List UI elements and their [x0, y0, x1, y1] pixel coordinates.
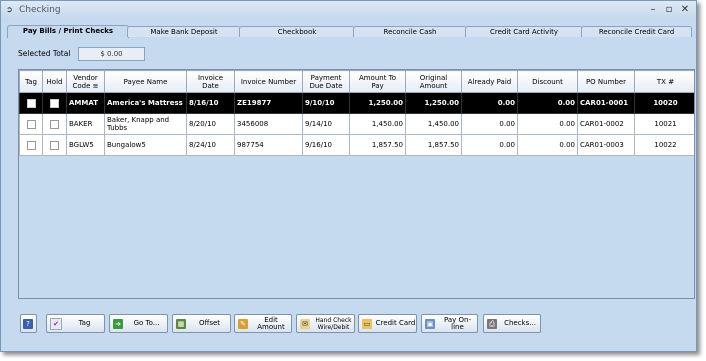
table-row[interactable]: AMMAT America's Mattress 8/16/10 ZE19877…	[19, 92, 694, 114]
selected-total-label: Selected Total	[18, 49, 71, 58]
grid-icon: ▦	[176, 318, 186, 329]
invoice-date-cell: 8/16/10	[186, 92, 235, 114]
discount-cell: 0.00	[517, 134, 578, 156]
col-discount[interactable]: Discount	[517, 70, 578, 93]
printer-icon: ⎙	[487, 318, 497, 329]
pay-online-button[interactable]: ▣ Pay On-line	[421, 314, 478, 333]
offset-button-label: Offset	[198, 319, 221, 327]
tag-checkbox[interactable]	[26, 140, 36, 150]
due-date-cell: 9/10/10	[302, 92, 350, 114]
already-paid-cell: 0.00	[461, 113, 518, 135]
col-invoice-number[interactable]: Invoice Number	[234, 70, 303, 93]
hand-check-button[interactable]: ✉ Hand Check Wire/Debit	[296, 314, 355, 333]
already-paid-cell: 0.00	[461, 134, 518, 156]
edit-amount-button[interactable]: ✎ Edit Amount	[234, 314, 292, 333]
vendor-code-cell: AMMAT	[66, 92, 105, 114]
tag-button[interactable]: ✔ Tag	[46, 314, 105, 333]
offset-button[interactable]: ▦ Offset	[172, 314, 231, 333]
app-icon: ➲	[6, 5, 13, 14]
col-tag[interactable]: Tag	[19, 70, 43, 93]
already-paid-cell: 0.00	[461, 92, 518, 114]
hand-check-button-label: Hand Check Wire/Debit	[315, 316, 352, 331]
arrow-right-icon: ➜	[113, 318, 123, 329]
pencil-icon: ✎	[238, 318, 248, 329]
edit-amount-button-label: Edit Amount	[257, 315, 285, 331]
vendor-code-cell: BGLW5	[66, 134, 105, 156]
grid-header: Tag Hold Vendor Code ≡ Payee Name Invoic…	[19, 70, 694, 93]
credit-card-button[interactable]: ▭ Credit Card	[358, 314, 417, 333]
po-number-cell: CAR01-0002	[577, 113, 635, 135]
pay-online-button-label: Pay On-line	[443, 315, 472, 331]
table-row[interactable]: BGLW5 Bungalow5 8/24/10 987754 9/16/10 1…	[19, 134, 694, 156]
selected-total-value: $ 0.00	[78, 47, 145, 61]
checks-button[interactable]: ⎙ Checks...	[483, 314, 541, 333]
col-hold[interactable]: Hold	[42, 70, 67, 93]
tab-make-bank-deposit[interactable]: Make Bank Deposit	[127, 26, 241, 37]
col-vendor-code[interactable]: Vendor Code ≡	[66, 70, 105, 93]
amount-to-pay-cell: 1,450.00	[349, 113, 406, 135]
go-to-button[interactable]: ➜ Go To...	[109, 314, 168, 333]
help-button[interactable]: ?	[20, 314, 37, 333]
col-payment-due-date[interactable]: Payment Due Date	[302, 70, 350, 93]
tag-checkbox[interactable]	[26, 119, 36, 129]
po-number-cell: CAR01-0003	[577, 134, 635, 156]
tab-strip: Pay Bills / Print Checks Make Bank Depos…	[7, 25, 692, 38]
original-amount-cell: 1,250.00	[405, 92, 462, 114]
tab-credit-card-activity[interactable]: Credit Card Activity	[465, 26, 583, 37]
title-bar: ➲ Checking – ▫ ✕	[1, 1, 696, 21]
discount-cell: 0.00	[517, 92, 578, 114]
tab-reconcile-cash[interactable]: Reconcile Cash	[353, 26, 467, 37]
close-button[interactable]: ✕	[679, 3, 691, 17]
checking-window: ➲ Checking – ▫ ✕ Pay Bills / Print Check…	[0, 0, 697, 352]
checks-button-label: Checks...	[504, 319, 536, 327]
due-date-cell: 9/16/10	[302, 134, 350, 156]
po-number-cell: CAR01-0001	[577, 92, 635, 114]
tx-cell: 10022	[634, 134, 694, 156]
discount-cell: 0.00	[517, 113, 578, 135]
invoice-number-cell: ZE19877	[234, 92, 303, 114]
tag-check-icon: ✔	[50, 317, 62, 330]
col-po-number[interactable]: PO Number	[577, 70, 635, 93]
invoice-date-cell: 8/20/10	[186, 113, 235, 135]
credit-card-icon: ▭	[362, 318, 372, 329]
hold-checkbox[interactable]	[50, 98, 59, 108]
invoice-number-cell: 987754	[234, 134, 303, 156]
tag-button-label: Tag	[78, 319, 91, 327]
tab-reconcile-credit-card[interactable]: Reconcile Credit Card	[581, 26, 692, 37]
tx-cell: 10021	[634, 113, 694, 135]
col-already-paid[interactable]: Already Paid	[461, 70, 518, 93]
tx-cell: 10020	[634, 92, 694, 114]
col-invoice-date[interactable]: Invoice Date	[186, 70, 235, 93]
window-title: Checking	[19, 5, 61, 15]
check-icon: ✉	[300, 318, 310, 329]
original-amount-cell: 1,450.00	[405, 113, 462, 135]
credit-card-button-label: Credit Card	[375, 319, 416, 327]
maximize-button[interactable]: ▫	[663, 3, 675, 17]
table-row[interactable]: BAKER Baker, Knapp and Tubbs 8/20/10 345…	[19, 113, 694, 135]
computer-icon: ▣	[425, 318, 435, 329]
due-date-cell: 9/14/10	[302, 113, 350, 135]
help-icon: ?	[23, 318, 33, 329]
payee-name-cell: Baker, Knapp and Tubbs	[104, 113, 187, 135]
col-tx[interactable]: TX #	[634, 70, 694, 93]
payee-name-cell: Bungalow5	[104, 134, 187, 156]
col-original-amount[interactable]: Original Amount	[405, 70, 462, 93]
tab-pay-bills[interactable]: Pay Bills / Print Checks	[7, 25, 129, 38]
invoice-date-cell: 8/24/10	[186, 134, 235, 156]
go-to-button-label: Go To...	[133, 319, 160, 327]
hold-checkbox[interactable]	[50, 119, 59, 129]
amount-to-pay-cell: 1,857.50	[349, 134, 406, 156]
tab-checkbook[interactable]: Checkbook	[239, 26, 355, 37]
tag-checkbox[interactable]	[26, 98, 36, 108]
vendor-code-cell: BAKER	[66, 113, 105, 135]
payee-name-cell: America's Mattress	[104, 92, 187, 114]
amount-to-pay-cell: 1,250.00	[349, 92, 406, 114]
bills-grid: Tag Hold Vendor Code ≡ Payee Name Invoic…	[18, 69, 695, 299]
original-amount-cell: 1,857.50	[405, 134, 462, 156]
invoice-number-cell: 3456008	[234, 113, 303, 135]
col-amount-to-pay[interactable]: Amount To Pay	[349, 70, 406, 93]
col-payee-name[interactable]: Payee Name	[104, 70, 187, 93]
hold-checkbox[interactable]	[50, 140, 59, 150]
minimize-button[interactable]: –	[647, 3, 659, 17]
